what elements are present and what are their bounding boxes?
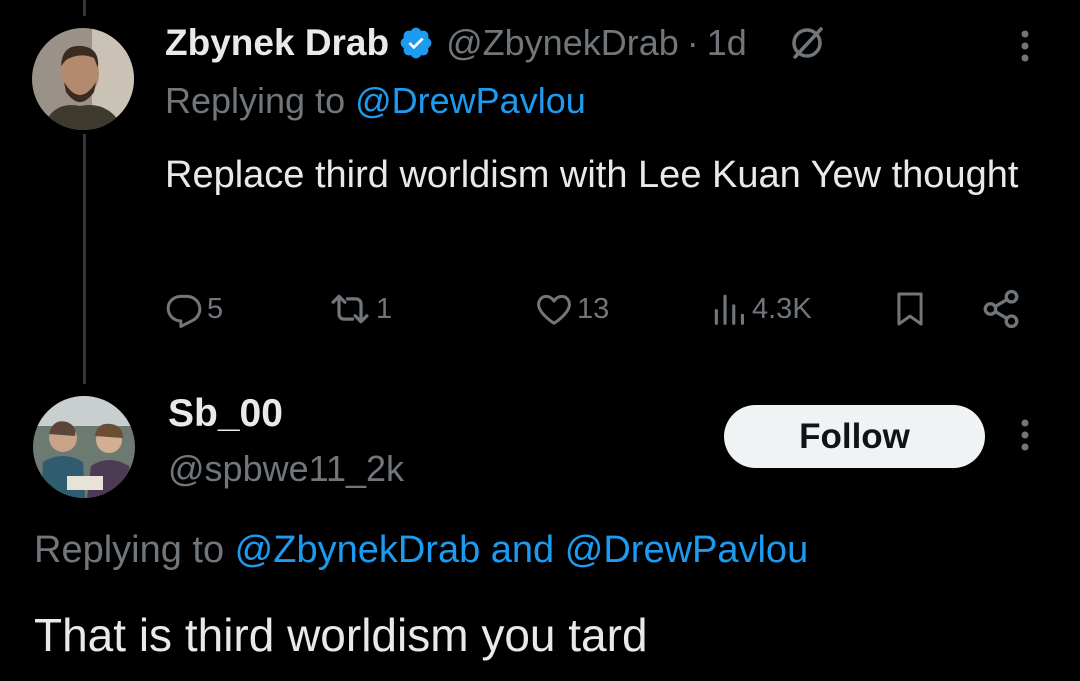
- views-button[interactable]: 4.3K: [710, 284, 812, 334]
- reply-count: 5: [207, 292, 224, 325]
- author-handle[interactable]: @ZbynekDrab: [446, 22, 679, 64]
- tweet-text: That is third worldism you tard: [34, 609, 648, 661]
- share-button[interactable]: [980, 284, 1022, 334]
- bookmark-button[interactable]: [891, 284, 929, 334]
- thread-line-top: [83, 0, 86, 16]
- views-icon: [714, 294, 745, 325]
- replying-to: Replying to @ZbynekDrab and @DrewPavlou: [34, 529, 808, 572]
- avatar[interactable]: [33, 396, 135, 498]
- follow-button[interactable]: Follow: [724, 405, 985, 468]
- mention-link[interactable]: @ZbynekDrab: [235, 529, 481, 571]
- tweet-actions: 5 1 13 4.3K: [0, 284, 1080, 334]
- author-name[interactable]: Zbynek Drab: [165, 22, 389, 64]
- share-icon: [983, 289, 1019, 329]
- verified-badge-icon: [398, 25, 434, 61]
- like-button[interactable]: 13: [535, 284, 609, 334]
- mention-link[interactable]: @DrewPavlou: [355, 80, 586, 121]
- like-count: 13: [577, 292, 610, 325]
- reply-icon: [166, 294, 202, 328]
- separator-dot: ·: [686, 22, 699, 63]
- view-count: 4.3K: [752, 292, 812, 325]
- grok-icon[interactable]: [787, 23, 827, 63]
- mention-conjunction: and: [480, 529, 565, 571]
- replying-to: Replying to @DrewPavlou: [165, 80, 586, 122]
- more-options-icon[interactable]: [1012, 413, 1038, 457]
- repost-button[interactable]: 1: [328, 284, 392, 334]
- more-options-icon[interactable]: [1012, 24, 1038, 68]
- mention-link[interactable]: @DrewPavlou: [565, 529, 808, 571]
- replying-to-label: Replying to: [165, 80, 356, 121]
- tweet-text: Replace third worldism with Lee Kuan Yew…: [165, 154, 1019, 196]
- thread-line: [83, 134, 86, 384]
- replying-to-label: Replying to: [34, 529, 235, 571]
- avatar[interactable]: [32, 28, 134, 130]
- author-handle[interactable]: @spbwe11_2k: [168, 448, 404, 490]
- repost-icon: [331, 294, 369, 324]
- author-name[interactable]: Sb_00: [168, 392, 283, 436]
- repost-count: 1: [376, 292, 393, 325]
- tweet-header: Zbynek Drab @ZbynekDrab · 1d: [165, 18, 827, 68]
- bookmark-icon: [897, 292, 923, 326]
- reply-button[interactable]: 5: [165, 284, 223, 334]
- timestamp[interactable]: 1d: [707, 22, 747, 64]
- heart-icon: [537, 294, 571, 325]
